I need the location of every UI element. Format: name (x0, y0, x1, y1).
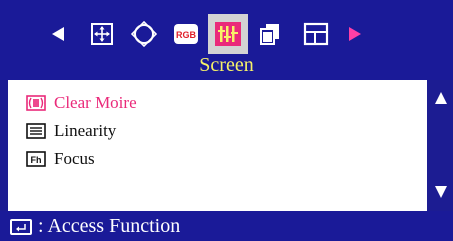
page-title: Screen (199, 54, 254, 76)
svg-text:RGB: RGB (176, 30, 197, 40)
menu-item-linearity[interactable]: Linearity (26, 120, 116, 142)
scroll-column (431, 80, 453, 211)
icon-row: RGB (0, 14, 453, 54)
clear-moire-icon (26, 95, 46, 111)
focus-icon: Fh (26, 151, 46, 167)
geometry-icon[interactable] (124, 14, 164, 54)
menu-item-focus[interactable]: Fh Focus (26, 148, 95, 170)
position-icon[interactable] (82, 14, 122, 54)
window-icon[interactable] (296, 14, 336, 54)
left-arrow-icon[interactable] (38, 14, 78, 54)
scroll-up-icon[interactable] (435, 92, 447, 104)
menu-item-label: Clear Moire (54, 93, 137, 112)
menu-panel: Clear Moire Linearity Fh Focus (8, 80, 427, 211)
osd-window: RGB Screen Clear Moire Linearity Fh Focu… (0, 0, 453, 241)
screen-icon[interactable] (208, 14, 248, 54)
footer: : Access Function (0, 211, 453, 241)
multi-window-icon[interactable] (250, 14, 290, 54)
right-arrow-icon[interactable] (335, 14, 375, 54)
menu-item-label: Linearity (54, 121, 117, 140)
enter-icon (10, 219, 32, 235)
menu-item-clear-moire[interactable]: Clear Moire (26, 92, 137, 114)
scroll-down-icon[interactable] (435, 186, 447, 198)
toolbar: RGB Screen (0, 0, 453, 80)
footer-hint: : Access Function (38, 215, 181, 237)
menu-item-label: Focus (54, 149, 95, 168)
linearity-icon (26, 123, 46, 139)
svg-text:Fh: Fh (31, 155, 42, 165)
rgb-icon[interactable]: RGB (166, 14, 206, 54)
